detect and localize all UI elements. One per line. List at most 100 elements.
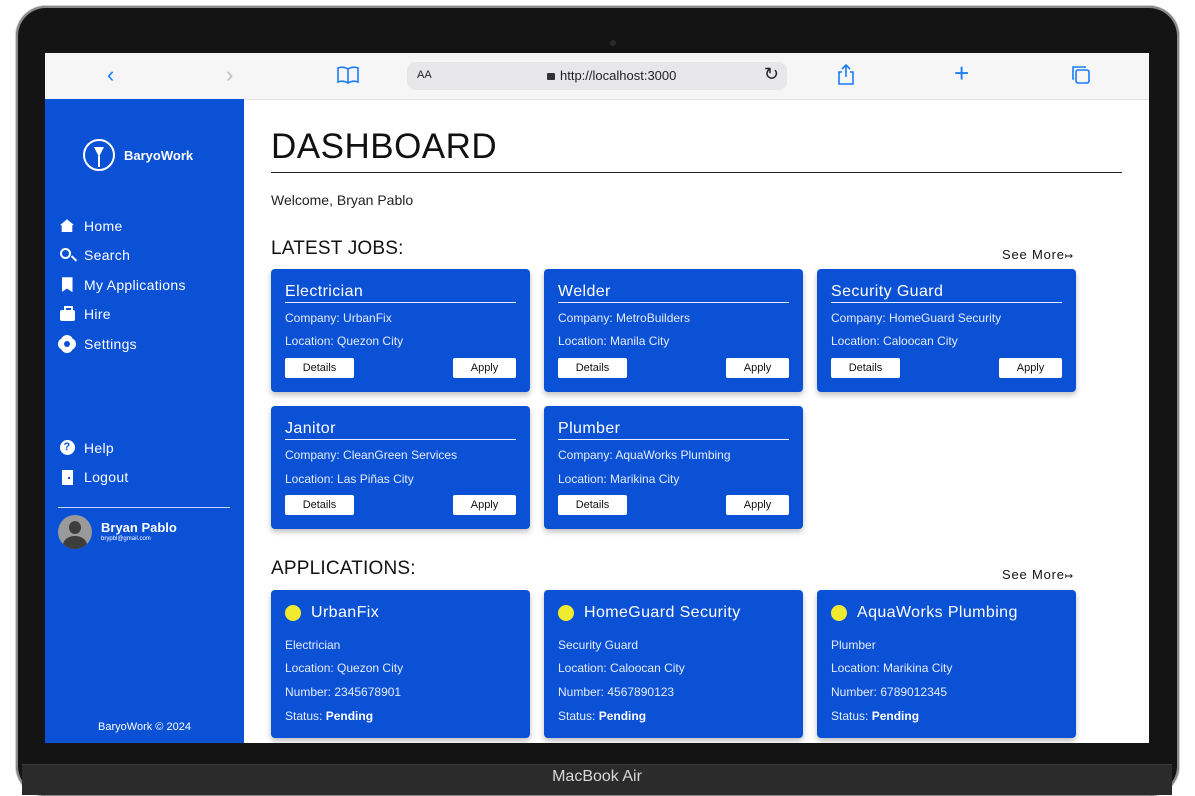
application-status: Status: Pending — [558, 709, 647, 723]
job-card: Janitor Company: CleanGreen Services Loc… — [271, 406, 530, 529]
details-button[interactable]: Details — [558, 495, 627, 515]
applications-see-more-link[interactable]: See More↦ — [1002, 567, 1074, 582]
new-tab-icon[interactable]: + — [954, 60, 969, 86]
job-company: Company: AquaWorks Plumbing — [558, 448, 731, 462]
title-divider — [271, 172, 1122, 173]
welcome-text: Welcome, Bryan Pablo — [271, 192, 414, 208]
avatar — [58, 515, 92, 549]
bookmarks-icon[interactable] — [336, 65, 360, 89]
job-title: Janitor — [285, 420, 516, 440]
application-company: UrbanFix — [311, 604, 380, 621]
sidebar-divider — [58, 507, 230, 508]
apply-button[interactable]: Apply — [726, 358, 789, 378]
home-icon — [60, 219, 74, 233]
sidebar-item-label: Search — [84, 247, 131, 264]
job-title: Welder — [558, 283, 789, 303]
copyright-text: BaryoWork © 2024 — [98, 721, 191, 733]
job-company: Company: CleanGreen Services — [285, 448, 458, 462]
application-status: Status: Pending — [831, 709, 920, 723]
sidebar-item-hire[interactable]: Hire — [58, 300, 186, 330]
details-button[interactable]: Details — [285, 495, 354, 515]
laptop-base: MacBook Air — [22, 764, 1172, 795]
apply-button[interactable]: Apply — [726, 495, 789, 515]
apply-button[interactable]: Apply — [453, 495, 516, 515]
browser-toolbar: ‹ › AA http://localhost:3000 ↻ + — [45, 53, 1149, 100]
job-location: Location: Manila City — [558, 334, 670, 348]
arrow-right-icon: ↦ — [1064, 251, 1074, 262]
job-location: Location: Marikina City — [558, 472, 680, 486]
status-badge: Pending — [325, 709, 374, 723]
arrow-right-icon: ↦ — [1064, 571, 1074, 582]
application-company: HomeGuard Security — [584, 604, 741, 621]
reload-icon[interactable]: ↻ — [764, 64, 779, 85]
text-size-button[interactable]: AA — [417, 69, 432, 81]
application-location: Location: Marikina City — [831, 661, 953, 675]
page-title: DASHBOARD — [271, 127, 498, 166]
sidebar-item-home[interactable]: Home — [58, 211, 186, 241]
job-location: Location: Quezon City — [285, 334, 404, 348]
sidebar-item-settings[interactable]: Settings — [58, 329, 186, 359]
tabs-icon[interactable] — [1071, 65, 1091, 90]
help-icon: ? — [59, 440, 75, 456]
sidebar-item-help[interactable]: ? Help — [58, 433, 129, 463]
application-number: Number: 4567890123 — [558, 685, 675, 699]
application-company: AquaWorks Plumbing — [857, 604, 1018, 621]
job-card: Security Guard Company: HomeGuard Securi… — [817, 269, 1076, 392]
application-role: Plumber — [831, 638, 876, 652]
apply-button[interactable]: Apply — [453, 358, 516, 378]
sidebar-item-label: Hire — [84, 306, 111, 323]
back-icon[interactable]: ‹ — [107, 63, 114, 87]
sidebar-item-label: Settings — [84, 335, 137, 352]
address-bar[interactable]: AA http://localhost:3000 ↻ — [407, 62, 787, 90]
lock-icon — [547, 73, 555, 80]
sidebar-item-label: My Applications — [84, 276, 186, 293]
job-location: Location: Las Piñas City — [285, 472, 414, 486]
job-location: Location: Caloocan City — [831, 334, 958, 348]
user-profile[interactable]: Bryan Pablo brypbl@gmail.com — [58, 515, 177, 549]
status-dot-icon — [558, 605, 574, 621]
job-title: Electrician — [285, 283, 516, 303]
application-card: UrbanFix Electrician Location: Quezon Ci… — [271, 590, 530, 738]
logout-icon — [61, 469, 73, 485]
bookmark-icon — [61, 277, 73, 293]
details-button[interactable]: Details — [831, 358, 900, 378]
share-icon[interactable] — [837, 63, 855, 91]
sidebar-item-my-applications[interactable]: My Applications — [58, 270, 186, 300]
brand-name: BaryoWork — [124, 147, 194, 163]
applications-title: APPLICATIONS: — [271, 558, 416, 579]
forward-icon[interactable]: › — [226, 63, 233, 87]
application-number: Number: 2345678901 — [285, 685, 402, 699]
application-number: Number: 6789012345 — [831, 685, 948, 699]
briefcase-icon — [59, 305, 75, 321]
screen: ‹ › AA http://localhost:3000 ↻ + BaryoWo… — [45, 53, 1149, 743]
apply-button[interactable]: Apply — [999, 358, 1062, 378]
job-card: Electrician Company: UrbanFix Location: … — [271, 269, 530, 392]
latest-jobs-see-more-link[interactable]: See More↦ — [1002, 247, 1074, 262]
sidebar-nav: Home Search My Applications Hire Setting… — [58, 211, 186, 359]
camera-icon — [610, 40, 616, 46]
gear-icon — [60, 336, 74, 351]
sidebar: BaryoWork Home Search My Applications Hi… — [45, 99, 244, 743]
brand[interactable]: BaryoWork — [83, 139, 193, 171]
sidebar-item-label: Help — [84, 439, 114, 456]
user-name: Bryan Pablo — [101, 519, 177, 535]
latest-jobs-title: LATEST JOBS: — [271, 238, 404, 259]
search-icon — [59, 247, 71, 259]
sidebar-item-label: Logout — [84, 469, 129, 486]
job-title: Security Guard — [831, 283, 1062, 303]
details-button[interactable]: Details — [285, 358, 354, 378]
status-badge: Pending — [871, 709, 920, 723]
job-company: Company: HomeGuard Security — [831, 311, 1002, 325]
status-badge: Pending — [598, 709, 647, 723]
sidebar-item-logout[interactable]: Logout — [58, 463, 129, 493]
application-card: AquaWorks Plumbing Plumber Location: Mar… — [817, 590, 1076, 738]
job-company: Company: MetroBuilders — [558, 311, 691, 325]
user-email: brypbl@gmail.com — [101, 535, 151, 542]
job-card: Plumber Company: AquaWorks Plumbing Loca… — [544, 406, 803, 529]
status-dot-icon — [831, 605, 847, 621]
application-role: Security Guard — [558, 638, 639, 652]
application-location: Location: Caloocan City — [558, 661, 685, 675]
sidebar-item-search[interactable]: Search — [58, 241, 186, 271]
job-company: Company: UrbanFix — [285, 311, 392, 325]
details-button[interactable]: Details — [558, 358, 627, 378]
